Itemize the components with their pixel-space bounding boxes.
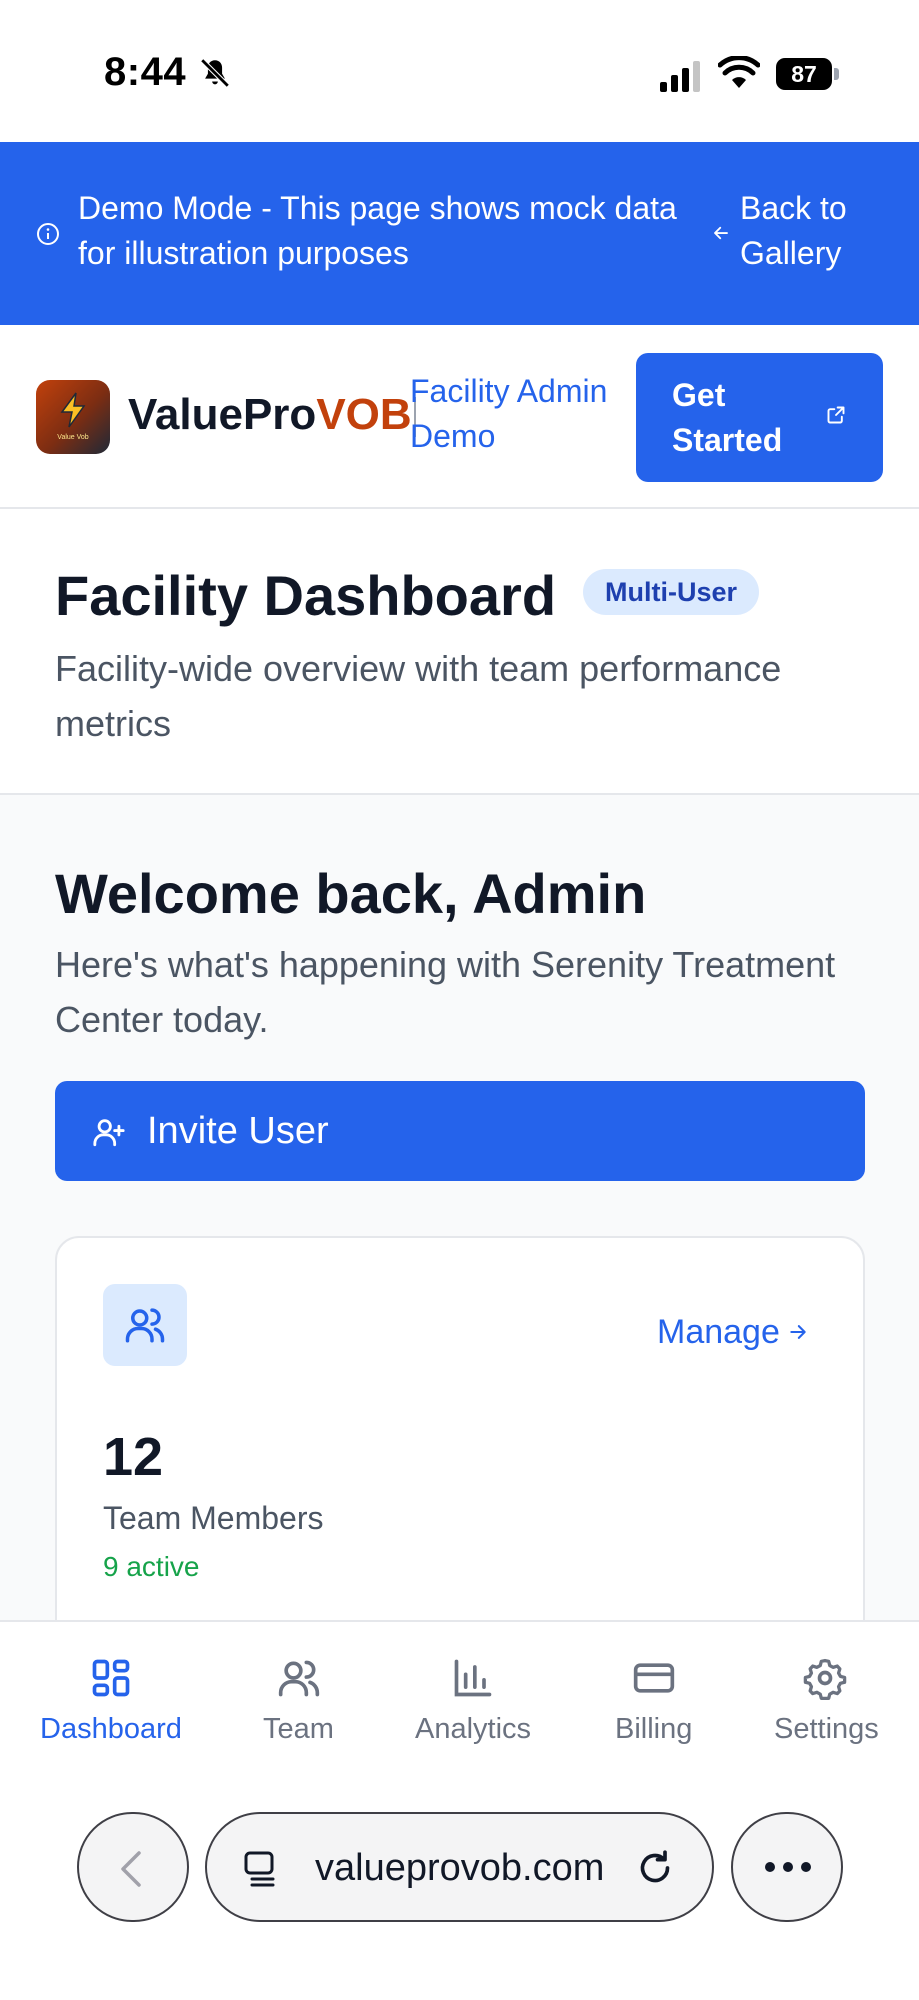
page-title: Facility Dashboard [55,564,557,627]
welcome-subtitle: Here's what's happening with Serenity Tr… [55,944,836,1040]
browser-toolbar: valueprovob.com [0,1760,919,2000]
lightning-bolt-icon [60,392,86,428]
manage-link[interactable]: Manage [657,1310,806,1354]
user-plus-icon [93,1119,125,1147]
get-started-button[interactable]: Get Started [636,353,883,482]
manage-label: Manage [657,1313,780,1351]
demo-mode-text: Demo Mode - This page shows mock data fo… [78,190,677,271]
invite-user-button[interactable]: Invite User [55,1081,865,1181]
battery-level: 87 [776,58,832,90]
brand-name-part1: ValuePro [128,390,317,439]
logo-caption: Value Vob [57,434,89,441]
tabs-icon [244,1851,275,1887]
brand-logo[interactable]: Value Vob [36,380,110,454]
team-members-label: Team Members [103,1500,324,1536]
multi-user-badge: Multi-User [583,569,760,615]
get-started-label: Get Started [672,377,783,458]
nav-team-label: Team [263,1713,334,1745]
more-horizontal-icon [765,1862,811,1872]
invite-user-label: Invite User [147,1110,329,1152]
battery-tip [834,68,839,80]
browser-back-button[interactable] [77,1812,189,1922]
nav-team[interactable]: Team [222,1622,372,1762]
site-header: Value Vob ValueProVOB Facility Admin Dem… [0,325,919,509]
nav-analytics-label: Analytics [415,1713,532,1745]
brand-name[interactable]: ValueProVOB [128,387,416,443]
arrow-right-icon [790,1325,806,1339]
status-bar: 8:44 87 [0,0,919,142]
reload-icon[interactable] [635,1848,675,1888]
nav-dashboard[interactable]: Dashboard [0,1622,222,1762]
nav-dashboard-label: Dashboard [40,1713,182,1745]
nav-analytics[interactable]: Analytics [400,1622,550,1762]
users-icon [125,1308,165,1343]
team-members-card: Manage 12 Team Members 9 active [55,1236,865,1620]
chevron-left-icon [121,1851,141,1887]
bar-chart-icon [454,1659,492,1697]
dashboard-icon [92,1659,130,1697]
browser-more-button[interactable] [731,1812,843,1922]
status-time: 8:44 [104,50,187,94]
nav-billing-label: Billing [615,1713,693,1745]
bell-muted-icon [200,58,230,88]
nav-settings-label: Settings [774,1713,879,1745]
back-to-gallery-label: Back to Gallery [740,190,847,271]
back-to-gallery-link[interactable]: Back to Gallery [712,186,912,282]
brand-name-part2: VOB [316,390,412,439]
welcome-title: Welcome back, Admin [55,862,647,925]
facility-admin-demo-label: Facility Admin Demo [410,373,608,454]
battery-indicator: 87 [776,58,840,90]
info-icon [37,223,59,245]
url-text: valueprovob.com [315,1847,605,1889]
nav-settings[interactable]: Settings [760,1622,910,1762]
bottom-navigation: Dashboard Team Analytics Billing Setting… [0,1620,919,1760]
arrow-left-icon [714,226,728,240]
team-icon-tile [103,1284,187,1366]
wifi-icon [718,56,760,88]
users-icon [278,1660,320,1697]
page-subtitle: Facility-wide overview with team perform… [55,648,782,744]
external-link-icon [827,406,845,424]
credit-card-icon [633,1663,675,1693]
team-members-count: 12 [103,1427,164,1487]
nav-billing[interactable]: Billing [590,1622,720,1762]
main-content: Welcome back, Admin Here's what's happen… [0,795,919,1620]
cellular-signal-icon [660,61,700,92]
active-members-count: 9 active [103,1551,200,1582]
gear-icon [803,1658,847,1700]
page-header: Facility Dashboard Multi-User Facility-w… [0,509,919,795]
address-bar[interactable]: valueprovob.com [205,1812,714,1922]
